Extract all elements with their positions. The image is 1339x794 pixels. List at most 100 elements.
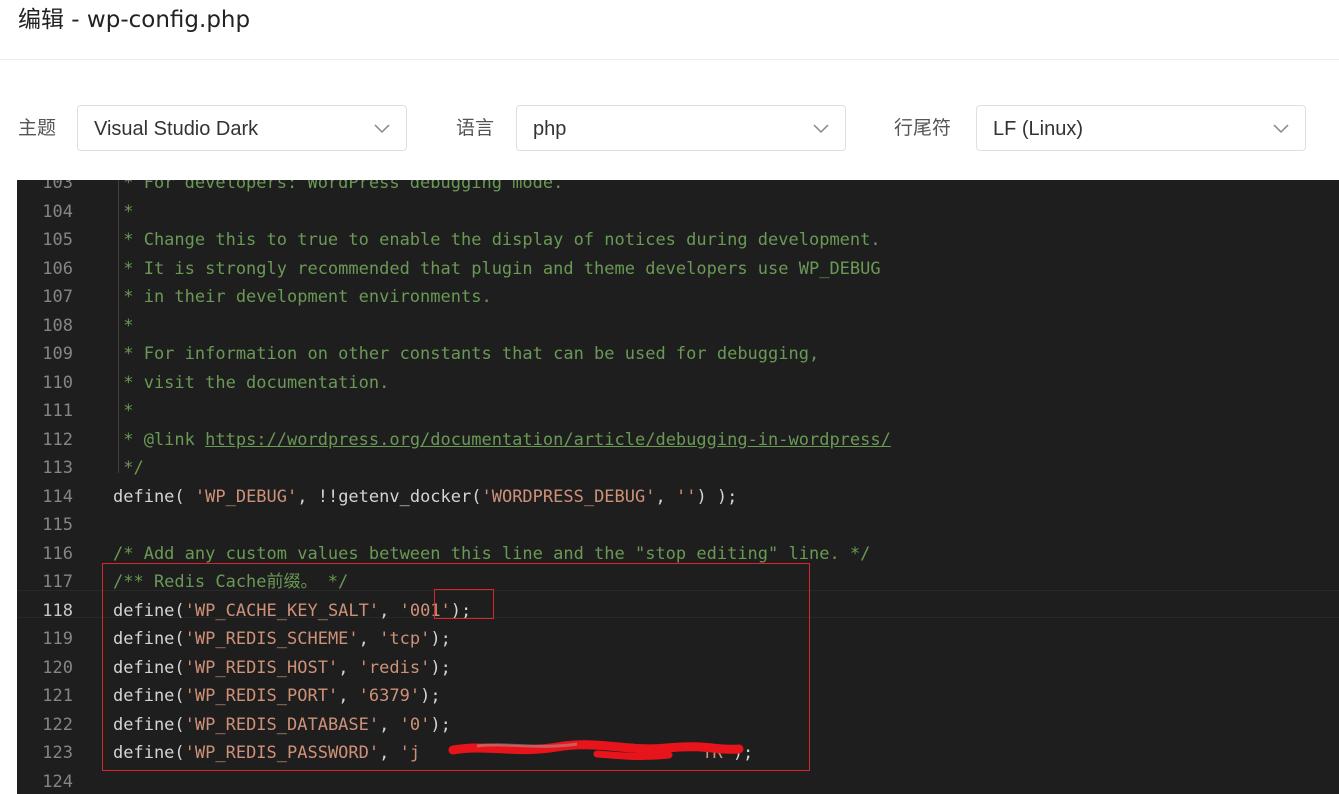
line-number: 116 <box>42 543 73 564</box>
line-number-gutter: 103 104 105 106 107 108 109 110 111 112 113 114 115 1… <box>17 180 89 794</box>
code-token: ); <box>430 657 451 678</box>
code-line[interactable]: * <box>113 397 133 425</box>
comment-text: /** Redis Cache前缀。 */ <box>113 572 349 592</box>
line-number: 120 <box>42 657 73 678</box>
chevron-down-icon <box>1273 124 1289 134</box>
line-number: 105 <box>42 230 73 250</box>
chevron-down-icon <box>374 124 390 134</box>
comment-text: * For information on other constants tha… <box>113 344 820 364</box>
language-label: 语言 <box>456 117 495 139</box>
code-line[interactable]: define('WP_REDIS_DATABASE', '0'); <box>113 711 451 739</box>
eol-label: 行尾符 <box>894 117 952 139</box>
code-line[interactable]: define('WP_CACHE_KEY_SALT', '001'); <box>113 597 471 625</box>
string-literal: '6379' <box>358 686 421 706</box>
comment-text: * @link <box>113 429 206 450</box>
window-title: 编辑 - wp-config.php <box>18 7 251 33</box>
string-literal: 'WP_REDIS_PORT' <box>184 686 339 706</box>
code-line[interactable]: * <box>113 198 133 226</box>
eol-select[interactable]: LF (Linux) <box>976 105 1306 151</box>
string-literal: 'WORDPRESS_DEBUG' <box>481 486 656 507</box>
line-number: 117 <box>42 572 73 592</box>
code-token: , <box>379 743 400 763</box>
string-literal: 'redis' <box>358 657 431 678</box>
code-editor[interactable]: 103 104 105 106 107 108 109 110 111 112 113 114 115 1… <box>17 180 1339 794</box>
language-select[interactable]: php <box>516 105 846 151</box>
comment-text: * For developers: WordPress debugging mo… <box>113 180 564 193</box>
code-line[interactable]: define('WP_REDIS_SCHEME', 'tcp'); <box>113 625 451 653</box>
code-token: define( <box>113 657 185 678</box>
code-token: define( <box>113 600 185 621</box>
code-token: ); <box>420 686 441 706</box>
code-line[interactable]: define( 'WP_DEBUG', !!getenv_docker('WOR… <box>113 483 737 511</box>
string-literal: 'WP_DEBUG' <box>194 486 298 507</box>
code-line[interactable]: */ <box>113 454 144 482</box>
code-token: , !!getenv_docker( <box>297 486 482 507</box>
code-token: define( <box>113 629 185 649</box>
line-number: 123 <box>42 743 73 763</box>
string-literal: 'WP_CACHE_KEY_SALT' <box>184 600 380 621</box>
comment-text: * in their development environments. <box>113 287 492 307</box>
comment-text: /* Add any custom values between this li… <box>113 543 871 564</box>
code-line[interactable]: * For information on other constants tha… <box>113 340 819 368</box>
string-literal: '0' <box>399 714 431 735</box>
code-line[interactable]: * Change this to true to enable the disp… <box>113 226 881 254</box>
chevron-down-icon <box>813 124 829 134</box>
code-token: , <box>379 714 400 735</box>
code-line[interactable]: * @link https://wordpress.org/documentat… <box>113 426 891 454</box>
comment-text: * <box>113 315 134 336</box>
code-line[interactable]: * For developers: WordPress debugging mo… <box>113 180 563 197</box>
code-line[interactable]: * It is strongly recommended that plugin… <box>113 255 881 283</box>
code-line[interactable]: * visit the documentation. <box>113 369 389 397</box>
code-token: ) ); <box>696 486 738 507</box>
string-literal: 'WP_REDIS_SCHEME' <box>184 629 359 649</box>
line-number: 109 <box>42 344 73 364</box>
code-token: , <box>655 486 676 507</box>
header-divider <box>0 59 1339 60</box>
code-line[interactable]: * <box>113 312 133 340</box>
code-line[interactable]: /** Redis Cache前缀。 */ <box>113 568 348 596</box>
string-literal: 'j <box>399 743 421 763</box>
code-line[interactable]: define('WP_REDIS_PASSWORD', 'j TR'); <box>113 739 753 767</box>
line-number: 113 <box>42 458 73 478</box>
code-line[interactable]: define('WP_REDIS_HOST', 'redis'); <box>113 654 451 682</box>
comment-text: */ <box>113 458 144 478</box>
line-number: 112 <box>42 429 73 450</box>
code-token: define( <box>113 686 185 706</box>
language-select-value: php <box>533 118 567 140</box>
code-token: , <box>379 600 400 621</box>
code-line[interactable]: * in their development environments. <box>113 283 492 311</box>
line-number: 124 <box>42 771 73 792</box>
code-token: ); <box>450 600 472 621</box>
line-number: 103 <box>42 180 73 193</box>
string-literal: 'tcp' <box>379 629 431 649</box>
code-line[interactable]: /* Add any custom values between this li… <box>113 540 870 568</box>
doc-link: https://wordpress.org/documentation/arti… <box>205 429 891 450</box>
string-literal: '' <box>675 486 697 507</box>
line-number: 118 <box>42 600 73 621</box>
code-line[interactable]: define('WP_REDIS_PORT', '6379'); <box>113 682 441 710</box>
comment-text: * <box>113 201 134 222</box>
comment-text: * It is strongly recommended that plugin… <box>113 258 881 279</box>
code-token: ); <box>732 743 754 763</box>
code-area[interactable]: * For developers: WordPress debugging mo… <box>113 180 1339 794</box>
string-literal: '001' <box>399 600 451 621</box>
comment-text: * Change this to true to enable the disp… <box>113 230 881 250</box>
comment-text: * <box>113 401 134 421</box>
string-literal: 'WP_REDIS_PASSWORD' <box>184 743 380 763</box>
line-number: 122 <box>42 714 73 735</box>
code-token: define( <box>113 743 185 763</box>
code-token: ); <box>430 629 451 649</box>
line-number: 106 <box>42 258 73 279</box>
comment-text: * visit the documentation. <box>113 372 390 393</box>
theme-select[interactable]: Visual Studio Dark <box>77 105 407 151</box>
code-token: define( <box>113 714 185 735</box>
code-token: , <box>358 629 380 649</box>
code-token: , <box>338 686 359 706</box>
code-token: , <box>338 657 359 678</box>
string-literal: TR' <box>702 743 733 763</box>
theme-label: 主题 <box>18 117 57 139</box>
line-number: 115 <box>42 515 73 535</box>
theme-select-value: Visual Studio Dark <box>94 118 259 140</box>
code-token: ); <box>430 714 451 735</box>
line-number: 111 <box>42 401 73 421</box>
